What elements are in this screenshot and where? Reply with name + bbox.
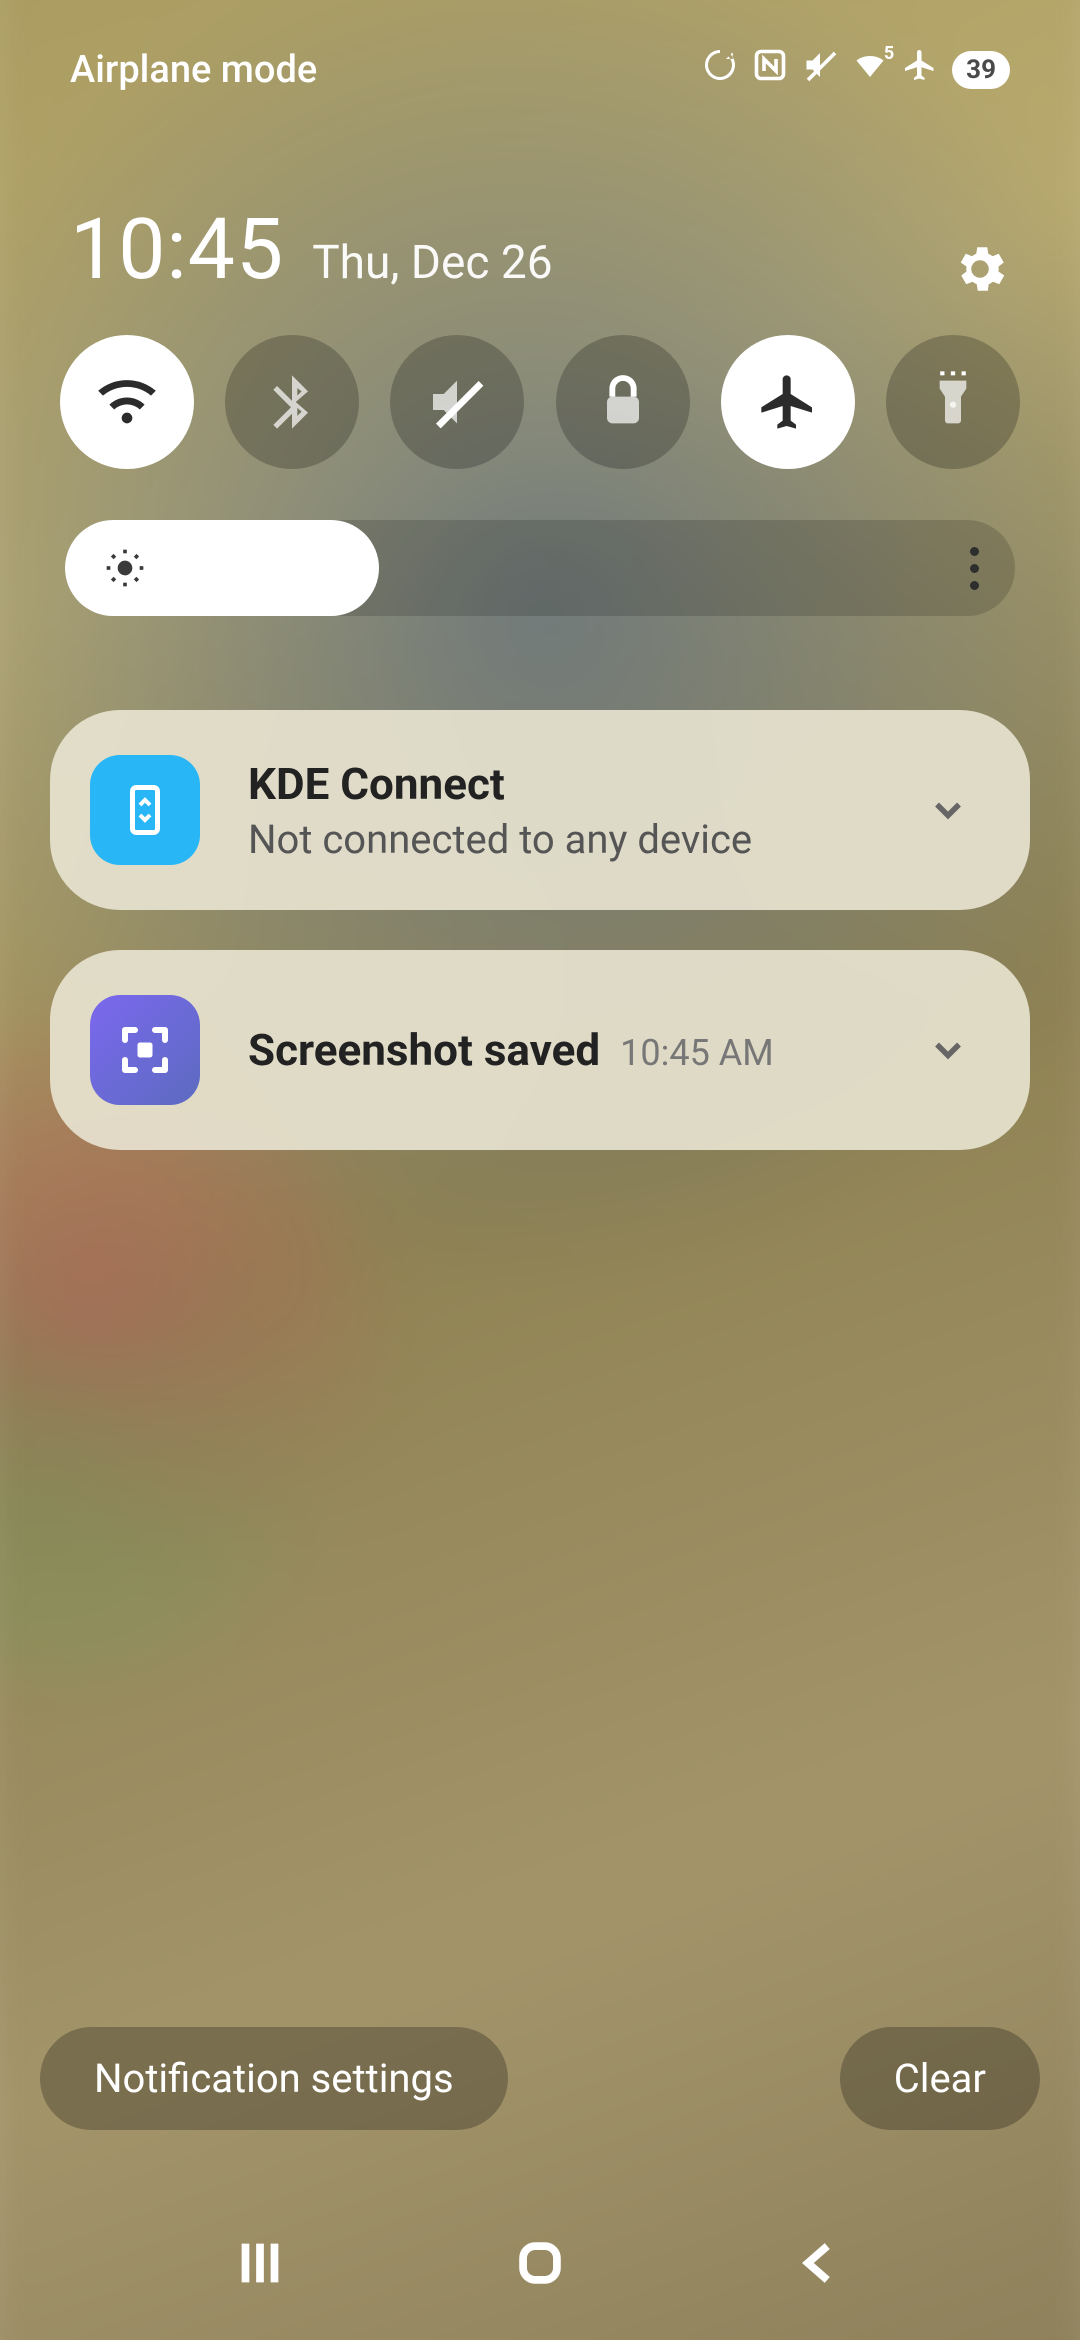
wifi-icon xyxy=(95,370,159,434)
quick-toggles-row xyxy=(60,335,1020,469)
back-icon xyxy=(791,2234,849,2292)
chevron-down-icon xyxy=(926,1028,970,1072)
airplane-icon xyxy=(902,47,938,93)
toggle-bluetooth[interactable] xyxy=(225,335,359,469)
chevron-down-icon xyxy=(926,788,970,832)
status-icons: 5 39 xyxy=(702,47,1010,93)
toggle-flashlight[interactable] xyxy=(886,335,1020,469)
screenshot-app-icon xyxy=(90,995,200,1105)
notification-settings-button[interactable]: Notification settings xyxy=(40,2027,508,2130)
nfc-icon xyxy=(752,47,788,93)
brightness-more-button[interactable] xyxy=(970,547,979,590)
settings-button[interactable] xyxy=(950,239,1010,299)
status-bar: Airplane mode 5 39 xyxy=(0,0,1080,140)
notification-title: Screenshot saved xyxy=(248,1024,600,1076)
home-icon xyxy=(511,2234,569,2292)
kde-app-icon xyxy=(90,755,200,865)
brightness-icon xyxy=(103,546,147,590)
nav-home[interactable] xyxy=(511,2234,569,2296)
toggle-airplane[interactable] xyxy=(721,335,855,469)
battery-indicator: 39 xyxy=(952,51,1010,89)
brightness-slider[interactable] xyxy=(65,520,1015,616)
expand-button[interactable] xyxy=(926,1028,970,1072)
notification-screenshot[interactable]: Screenshot saved 10:45 AM xyxy=(50,950,1030,1150)
clock-time: 10:45 xyxy=(70,200,284,299)
sync-icon xyxy=(702,47,738,93)
notification-time: 10:45 AM xyxy=(620,1032,774,1074)
notification-kde[interactable]: KDE Connect Not connected to any device xyxy=(50,710,1030,910)
lock-icon xyxy=(591,370,655,434)
shade-footer: Notification settings Clear xyxy=(40,2027,1040,2130)
nav-back[interactable] xyxy=(791,2234,849,2296)
toggle-rotation-lock[interactable] xyxy=(556,335,690,469)
toggle-mute[interactable] xyxy=(390,335,524,469)
status-left-label: Airplane mode xyxy=(70,48,317,92)
gear-icon xyxy=(950,239,1010,299)
bluetooth-icon xyxy=(260,370,324,434)
nav-bar xyxy=(0,2190,1080,2340)
expand-button[interactable] xyxy=(926,788,970,832)
mute-icon xyxy=(802,47,838,93)
airplane-icon xyxy=(756,370,820,434)
clock-date: Thu, Dec 26 xyxy=(312,236,552,290)
toggle-wifi[interactable] xyxy=(60,335,194,469)
clear-button[interactable]: Clear xyxy=(840,2027,1040,2130)
notification-subtitle: Not connected to any device xyxy=(248,816,926,863)
shade-header: 10:45 Thu, Dec 26 xyxy=(70,200,1010,299)
recents-icon xyxy=(231,2234,289,2292)
mute-icon xyxy=(425,370,489,434)
flashlight-icon xyxy=(921,370,985,434)
wifi-icon: 5 xyxy=(852,47,888,93)
nav-recents[interactable] xyxy=(231,2234,289,2296)
notification-title: KDE Connect xyxy=(248,758,926,810)
